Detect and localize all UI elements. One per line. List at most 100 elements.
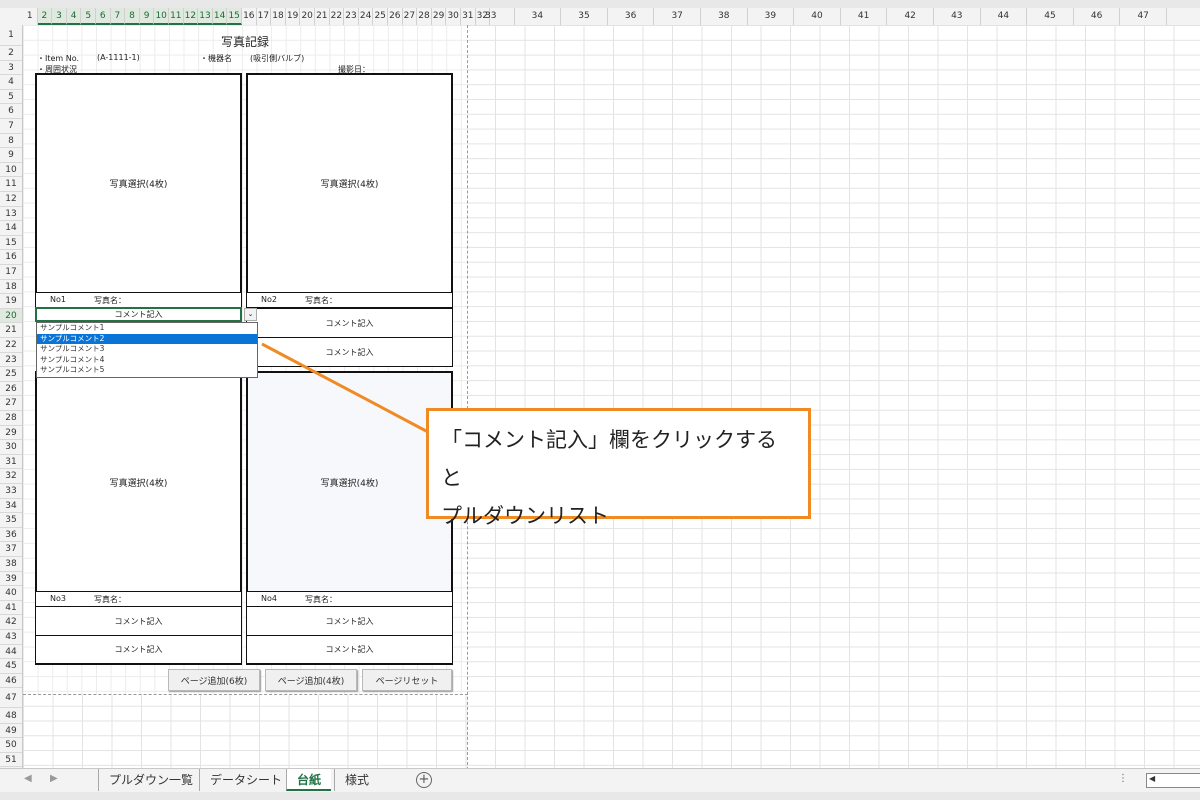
row-header-cell[interactable]: 38 bbox=[0, 557, 22, 572]
column-header-cell[interactable]: 41 bbox=[841, 8, 888, 25]
comment-cell-3a[interactable]: コメント記入 bbox=[35, 606, 242, 636]
item-no-value[interactable]: (A-1111-1) bbox=[97, 53, 140, 62]
row-header-cell[interactable]: 48 bbox=[0, 709, 22, 724]
comment-cell-4b[interactable]: コメント記入 bbox=[246, 635, 453, 665]
row-header-cell[interactable]: 33 bbox=[0, 484, 22, 499]
row-header-cell[interactable]: 8 bbox=[0, 134, 22, 149]
column-header-cell[interactable]: 33 bbox=[468, 8, 515, 25]
photo-caption-1[interactable]: No1 写真名： bbox=[35, 293, 242, 308]
row-header-cell[interactable]: 10 bbox=[0, 163, 22, 178]
row-header-cell[interactable]: 12 bbox=[0, 192, 22, 207]
dropdown-option[interactable]: サンプルコメント5 bbox=[37, 365, 257, 376]
column-header-cell[interactable]: 45 bbox=[1027, 8, 1074, 25]
row-header-cell[interactable]: 23 bbox=[0, 353, 22, 368]
dropdown-option[interactable]: サンプルコメント4 bbox=[37, 355, 257, 366]
column-header-cell[interactable]: 40 bbox=[794, 8, 841, 25]
row-header-cell[interactable]: 19 bbox=[0, 294, 22, 309]
row-header-cell[interactable]: 7 bbox=[0, 119, 22, 134]
sheet-tab[interactable]: 台紙 bbox=[286, 769, 332, 791]
column-header-cell[interactable]: 11 bbox=[169, 8, 184, 25]
row-header[interactable]: 1 2 3 4 5 6 7 8 9 10 11 12 13 14 15 16 17 18 19 20 21 22 23 25 2… bbox=[0, 25, 23, 770]
row-header-cell[interactable]: 27 bbox=[0, 396, 22, 411]
row-header-cell[interactable]: 41 bbox=[0, 601, 22, 616]
column-header-cell[interactable]: 13 bbox=[198, 8, 213, 25]
photo-slot-4[interactable]: 写真選択(4枚) bbox=[246, 371, 453, 593]
column-header-cell[interactable]: 36 bbox=[608, 8, 655, 25]
row-header-cell[interactable]: 4 bbox=[0, 75, 22, 90]
column-header-cell[interactable]: 35 bbox=[561, 8, 608, 25]
row-header-cell[interactable]: 29 bbox=[0, 426, 22, 441]
dropdown-option[interactable]: サンプルコメント3 bbox=[37, 344, 257, 355]
row-header-cell[interactable]: 25 bbox=[0, 367, 22, 382]
column-header-cell[interactable]: 10 bbox=[154, 8, 169, 25]
horizontal-scrollbar[interactable]: ⋮ ◀ bbox=[1118, 773, 1200, 788]
sheet-tab[interactable]: データシート bbox=[199, 769, 292, 791]
column-header-cell[interactable]: 25 bbox=[373, 8, 388, 25]
row-header-cell[interactable]: 34 bbox=[0, 499, 22, 514]
column-header-cell[interactable]: 43 bbox=[934, 8, 981, 25]
row-header-cell[interactable]: 3 bbox=[0, 61, 22, 76]
row-header-cell[interactable]: 31 bbox=[0, 455, 22, 470]
row-header-cell[interactable]: 18 bbox=[0, 280, 22, 295]
row-header-cell[interactable]: 40 bbox=[0, 586, 22, 601]
row-header-cell[interactable]: 16 bbox=[0, 250, 22, 265]
column-header-cell[interactable]: 9 bbox=[139, 8, 155, 25]
row-header-cell[interactable]: 45 bbox=[0, 659, 22, 674]
tab-scroll-left-icon[interactable]: ◀ bbox=[24, 773, 32, 784]
row-header-cell[interactable]: 15 bbox=[0, 236, 22, 251]
tab-scroll-right-icon[interactable]: ▶ bbox=[50, 773, 58, 784]
photo-slot-1[interactable]: 写真選択(4枚) bbox=[35, 73, 242, 294]
column-header-cell[interactable]: 27 bbox=[403, 8, 418, 25]
column-header-cell[interactable]: 24 bbox=[359, 8, 374, 25]
comment-cell-2a[interactable]: コメント記入 bbox=[246, 308, 453, 338]
row-header-cell[interactable]: 20 bbox=[0, 308, 22, 324]
column-header-cell[interactable]: 18 bbox=[271, 8, 286, 25]
column-header-cell[interactable]: 21 bbox=[315, 8, 330, 25]
sheet-tab[interactable]: プルダウン一覧 bbox=[98, 769, 203, 791]
row-header-cell[interactable]: 36 bbox=[0, 528, 22, 543]
dropdown-option[interactable]: サンプルコメント2 bbox=[37, 333, 257, 345]
column-header-cell[interactable]: 15 bbox=[227, 8, 242, 25]
row-header-cell[interactable]: 26 bbox=[0, 382, 22, 397]
column-header-cell[interactable]: 14 bbox=[212, 8, 228, 25]
column-header-cell[interactable]: 17 bbox=[257, 8, 272, 25]
row-header-cell[interactable]: 1 bbox=[0, 25, 22, 46]
add-page-4-button[interactable]: ページ追加(4枚) bbox=[265, 669, 357, 691]
column-header-cell[interactable]: 20 bbox=[300, 8, 315, 25]
column-header-cell[interactable]: 19 bbox=[286, 8, 301, 25]
photo-caption-3[interactable]: No3 写真名： bbox=[35, 592, 242, 607]
row-header-cell[interactable]: 9 bbox=[0, 148, 22, 163]
column-header-cell[interactable]: 26 bbox=[388, 8, 403, 25]
row-header-cell[interactable]: 32 bbox=[0, 469, 22, 484]
column-header-cell[interactable]: 2 bbox=[37, 8, 53, 25]
row-header-cell[interactable]: 37 bbox=[0, 542, 22, 557]
column-header-cell[interactable]: 39 bbox=[748, 8, 795, 25]
row-header-cell[interactable]: 51 bbox=[0, 753, 22, 768]
column-header-cell[interactable]: 23 bbox=[344, 8, 359, 25]
column-header-cell[interactable]: 37 bbox=[654, 8, 701, 25]
row-header-cell[interactable]: 14 bbox=[0, 221, 22, 236]
row-header-cell[interactable]: 46 bbox=[0, 674, 22, 689]
column-header-cell[interactable]: 3 bbox=[52, 8, 67, 25]
row-header-cell[interactable]: 39 bbox=[0, 572, 22, 587]
comment-cell-1a-active[interactable]: コメント記入 bbox=[35, 307, 242, 322]
row-header-cell[interactable]: 5 bbox=[0, 90, 22, 105]
column-header-cell[interactable]: 7 bbox=[110, 8, 126, 25]
row-header-cell[interactable]: 2 bbox=[0, 46, 22, 61]
sheet-tab[interactable]: 様式 bbox=[334, 769, 379, 791]
row-header-cell[interactable]: 21 bbox=[0, 323, 22, 338]
dropdown-option[interactable]: サンプルコメント1 bbox=[37, 323, 257, 334]
column-header-cell[interactable]: 1 bbox=[23, 8, 38, 25]
column-header-cell[interactable]: 47 bbox=[1120, 8, 1167, 25]
column-header-cell[interactable]: 12 bbox=[183, 8, 199, 25]
row-header-cell[interactable]: 28 bbox=[0, 411, 22, 426]
row-header-cell[interactable]: 47 bbox=[0, 688, 22, 709]
column-header-cell[interactable]: 16 bbox=[242, 8, 257, 25]
dropdown-list[interactable]: サンプルコメント1 サンプルコメント2 サンプルコメント3 サンプルコメント4 サンプル… bbox=[36, 322, 258, 378]
row-header-cell[interactable]: 49 bbox=[0, 724, 22, 739]
row-header-cell[interactable]: 44 bbox=[0, 645, 22, 660]
column-header-cell[interactable]: 29 bbox=[432, 8, 447, 25]
row-header-cell[interactable]: 11 bbox=[0, 177, 22, 192]
row-header-cell[interactable]: 43 bbox=[0, 630, 22, 645]
column-header-cell[interactable]: 30 bbox=[446, 8, 461, 25]
